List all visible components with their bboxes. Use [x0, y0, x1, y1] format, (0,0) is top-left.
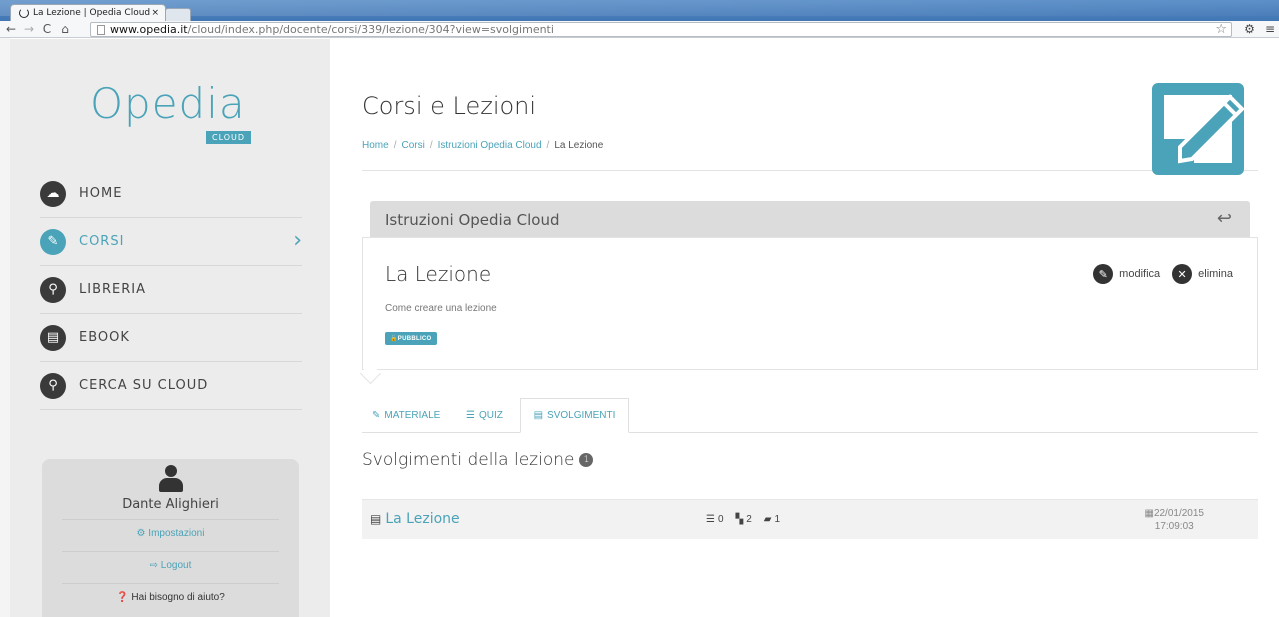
new-tab-button[interactable] [165, 8, 191, 21]
sidebar-item-corsi[interactable]: ✎ CORSI › [40, 218, 302, 266]
calendar-icon: ▦ [1144, 508, 1154, 519]
tab-quiz[interactable]: ☰ QUIZ [466, 398, 503, 433]
section-title: Svolgimenti della lezione 1 [362, 450, 594, 470]
sidebar-item-label: EBOOK [79, 330, 130, 345]
browser-toolbar: ← → C ⌂ www.opedia.it/cloud/index.php/do… [0, 21, 1279, 38]
sidebar-item-home[interactable]: ☁ HOME [40, 170, 302, 218]
breadcrumb-current: La Lezione [554, 140, 604, 151]
gear-icon: ⚙ [136, 528, 149, 539]
lesson-title: La Lezione [385, 262, 492, 286]
table-row[interactable]: ▤ La Lezione ☰ 0 ▚ 2 ▰ 1 ▦22/01/2015 17:09:0… [362, 499, 1258, 539]
user-name: Dante Alighieri [122, 497, 219, 512]
edit-icon: ✎ [40, 228, 66, 255]
extension-icons: ⚙ ≡ [1244, 22, 1275, 36]
lesson-tabs: ✎ MATERIALE ☰ QUIZ ▤ SVOLGIMENTI [362, 398, 1258, 433]
book-icon: ▰ [763, 514, 772, 525]
sidebar: Opedia CLOUD ☁ HOME ✎ CORSI › ⚲ LIBRERIA… [10, 39, 330, 617]
back-reply-icon[interactable]: ↩ [1217, 208, 1232, 229]
opedia-favicon-icon [19, 8, 29, 18]
sidebar-nav: ☁ HOME ✎ CORSI › ⚲ LIBRERIA ▤ EBOOK ⚲ CE… [40, 170, 302, 410]
status-badge: 🔓PUBBLICO [385, 332, 437, 345]
files-icon: ▚ [735, 514, 744, 525]
user-avatar-icon [158, 465, 184, 495]
logout-link[interactable]: ⇨ Logout [62, 551, 279, 571]
tab-close-icon[interactable]: × [151, 8, 159, 18]
lesson-subtitle: Come creare una lezione [385, 303, 497, 314]
count-badge: 1 [579, 453, 594, 467]
lesson-card: La Lezione Come creare una lezione 🔓PUBB… [362, 237, 1258, 370]
lesson-actions: ✎ modifica ✕ elimina [1093, 264, 1233, 284]
sidebar-item-label: HOME [79, 186, 123, 201]
delete-link[interactable]: elimina [1198, 268, 1233, 280]
browser-tab[interactable]: La Lezione | Opedia Cloud × [10, 4, 166, 21]
tab-svolgimenti[interactable]: ▤ SVOLGIMENTI [520, 398, 629, 433]
result-stats: ☰ 0 ▚ 2 ▰ 1 [706, 514, 780, 525]
course-name: Istruzioni Opedia Cloud [385, 210, 560, 229]
quiz-stat: ☰ 0 [706, 514, 724, 525]
cloud-icon: ☁ [40, 180, 66, 207]
home-icon[interactable]: ⌂ [58, 22, 72, 36]
url-host: www.opedia.it [110, 23, 188, 36]
list-icon: ☰ [466, 410, 475, 421]
logout-icon: ⇨ [149, 560, 161, 571]
sidebar-item-cerca[interactable]: ⚲ CERCA SU CLOUD [40, 362, 302, 410]
tab-materiale[interactable]: ✎ MATERIALE [372, 398, 440, 433]
unlock-icon: 🔓 [390, 336, 398, 342]
back-arrow-icon[interactable]: ← [4, 22, 18, 36]
sidebar-item-label: CERCA SU CLOUD [79, 378, 209, 393]
result-link[interactable]: ▤ La Lezione [370, 511, 460, 527]
edit-link[interactable]: modifica [1119, 268, 1160, 280]
course-header: Istruzioni Opedia Cloud ↩ [370, 201, 1250, 238]
user-panel: Dante Alighieri ⚙ Impostazioni ⇨ Logout … [42, 459, 299, 617]
tab-title: La Lezione | Opedia Cloud [33, 8, 151, 18]
extension-icon[interactable]: ⚙ [1244, 22, 1255, 36]
sidebar-item-label: CORSI [79, 234, 125, 249]
breadcrumb-corsi[interactable]: Corsi [401, 140, 424, 151]
sidebar-item-libreria[interactable]: ⚲ LIBRERIA [40, 266, 302, 314]
result-timestamp: ▦22/01/2015 17:09:03 [1144, 508, 1204, 532]
table-icon: ▤ [370, 512, 382, 526]
table-icon: ▤ [533, 410, 544, 421]
reload-icon[interactable]: C [40, 22, 54, 36]
book-icon: ▤ [40, 324, 66, 351]
window-edge [0, 38, 10, 617]
breadcrumb-course[interactable]: Istruzioni Opedia Cloud [438, 140, 542, 151]
opedia-logo[interactable]: Opedia [90, 79, 246, 128]
sidebar-item-label: LIBRERIA [79, 282, 147, 297]
search-icon: ⚲ [40, 372, 66, 399]
url-path: /cloud/index.php/docente/corsi/339/lezio… [187, 23, 554, 36]
breadcrumb: Home / Corsi / Istruzioni Opedia Cloud / La Le… [362, 140, 604, 151]
help-link[interactable]: ❓ Hai bisogno di aiuto? [62, 583, 279, 603]
forward-arrow-icon[interactable]: → [22, 22, 36, 36]
doc-stat: ▚ 2 [735, 514, 752, 525]
page-title: Corsi e Lezioni [362, 92, 537, 120]
edit-logo-icon [1152, 83, 1245, 175]
settings-link[interactable]: ⚙ Impostazioni [62, 519, 279, 539]
pencil-icon[interactable]: ✎ [1093, 264, 1114, 284]
address-bar[interactable]: www.opedia.it/cloud/index.php/docente/co… [90, 22, 1232, 37]
page-icon [97, 24, 105, 35]
header-divider [362, 170, 1258, 171]
close-icon[interactable]: ✕ [1172, 264, 1193, 284]
chevron-right-icon: › [293, 228, 302, 253]
book-stat: ▰ 1 [763, 514, 781, 525]
paperclip-icon: ✎ [372, 410, 381, 421]
bookmark-star-icon[interactable]: ☆ [1215, 22, 1227, 37]
logo-cloud-tag: CLOUD [206, 131, 252, 144]
list-icon: ☰ [706, 514, 715, 525]
question-icon: ❓ [116, 592, 132, 603]
sidebar-item-ebook[interactable]: ▤ EBOOK [40, 314, 302, 362]
menu-icon[interactable]: ≡ [1265, 22, 1275, 36]
breadcrumb-home[interactable]: Home [362, 140, 389, 151]
paperclip-icon: ⚲ [40, 276, 66, 303]
